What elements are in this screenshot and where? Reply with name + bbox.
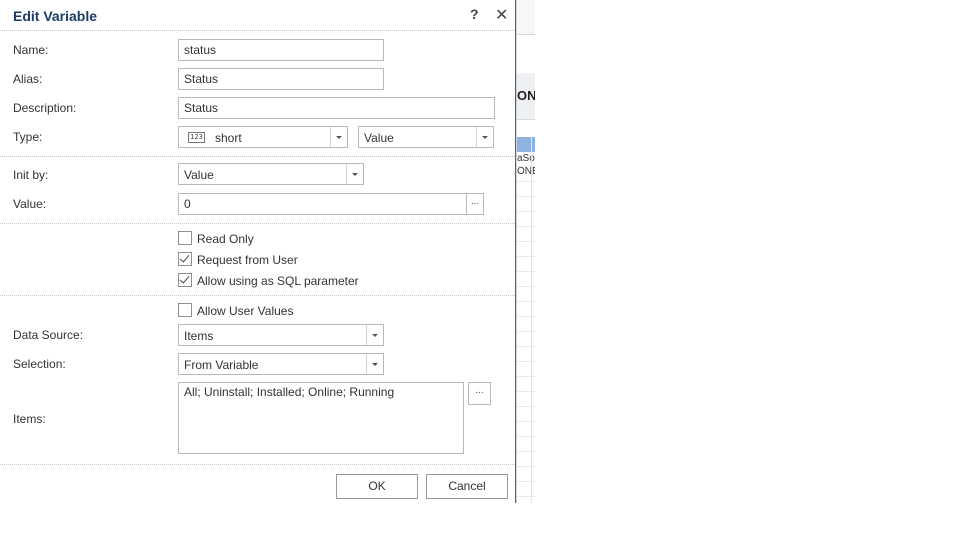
read-only-label[interactable]: Read Only (197, 232, 254, 246)
allow-sql-parameter-label[interactable]: Allow using as SQL parameter (197, 274, 359, 288)
chevron-down-icon[interactable] (366, 354, 383, 374)
section-divider (0, 295, 515, 296)
selection-label: Selection: (13, 357, 66, 371)
alias-label: Alias: (13, 72, 43, 86)
request-from-user-checkbox[interactable] (178, 252, 192, 266)
items-label: Items: (13, 412, 46, 426)
init-by-label: Init by: (13, 168, 49, 182)
background-header-text: ON (517, 88, 535, 103)
chevron-down-icon[interactable] (366, 325, 383, 345)
type-dropdown-value: short (215, 131, 242, 145)
name-label: Name: (13, 43, 49, 57)
dialog-title-bar[interactable]: Edit Variable ? ✕ (0, 0, 515, 31)
allow-sql-parameter-checkbox[interactable] (178, 273, 192, 287)
description-label: Description: (13, 101, 77, 115)
type-kind-value: Value (364, 131, 394, 145)
type-kind-dropdown[interactable]: Value (358, 126, 494, 148)
description-input[interactable] (178, 97, 495, 119)
background-header-band: ON (517, 73, 535, 120)
section-divider (0, 156, 515, 157)
background-cell-text: ONE (517, 166, 535, 177)
background-toolbar (517, 0, 535, 35)
chevron-down-icon[interactable] (346, 164, 363, 184)
items-browse-button[interactable]: ... (468, 382, 491, 405)
init-by-value: Value (184, 168, 214, 182)
selection-dropdown[interactable]: From Variable (178, 353, 384, 375)
edit-variable-dialog: Edit Variable ? ✕ Name: Alias: Descripti… (0, 0, 516, 503)
data-source-dropdown[interactable]: Items (178, 324, 384, 346)
section-divider (0, 223, 515, 224)
section-divider (0, 464, 515, 465)
background-column-divider (531, 137, 532, 503)
init-by-dropdown[interactable]: Value (178, 163, 364, 185)
background-app-panel: ON aSo ONE (516, 0, 535, 503)
value-browse-button[interactable]: ... (466, 193, 484, 215)
numeric-type-icon: 123 (188, 132, 205, 143)
background-cell-text: aSo (517, 153, 535, 164)
read-only-checkbox[interactable] (178, 231, 192, 245)
name-input[interactable] (178, 39, 384, 61)
type-dropdown[interactable]: 123 short (178, 126, 348, 148)
close-icon[interactable]: ✕ (495, 5, 508, 25)
ok-button[interactable]: OK (336, 474, 418, 499)
allow-user-values-label[interactable]: Allow User Values (197, 304, 293, 318)
help-icon[interactable]: ? (470, 6, 479, 22)
alias-input[interactable] (178, 68, 384, 90)
chevron-down-icon[interactable] (330, 127, 347, 147)
selection-value: From Variable (184, 358, 259, 372)
value-label: Value: (13, 197, 47, 211)
background-selected-row (517, 137, 535, 152)
items-textarea[interactable]: All; Uninstall; Installed; Online; Runni… (178, 382, 464, 454)
type-label: Type: (13, 130, 43, 144)
request-from-user-label[interactable]: Request from User (197, 253, 298, 267)
data-source-label: Data Source: (13, 328, 84, 342)
chevron-down-icon[interactable] (476, 127, 493, 147)
background-grid: aSo ONE (517, 152, 535, 503)
value-input[interactable] (178, 193, 468, 215)
dialog-title: Edit Variable (13, 8, 98, 24)
data-source-value: Items (184, 329, 214, 343)
cancel-button[interactable]: Cancel (426, 474, 508, 499)
allow-user-values-checkbox[interactable] (178, 303, 192, 317)
